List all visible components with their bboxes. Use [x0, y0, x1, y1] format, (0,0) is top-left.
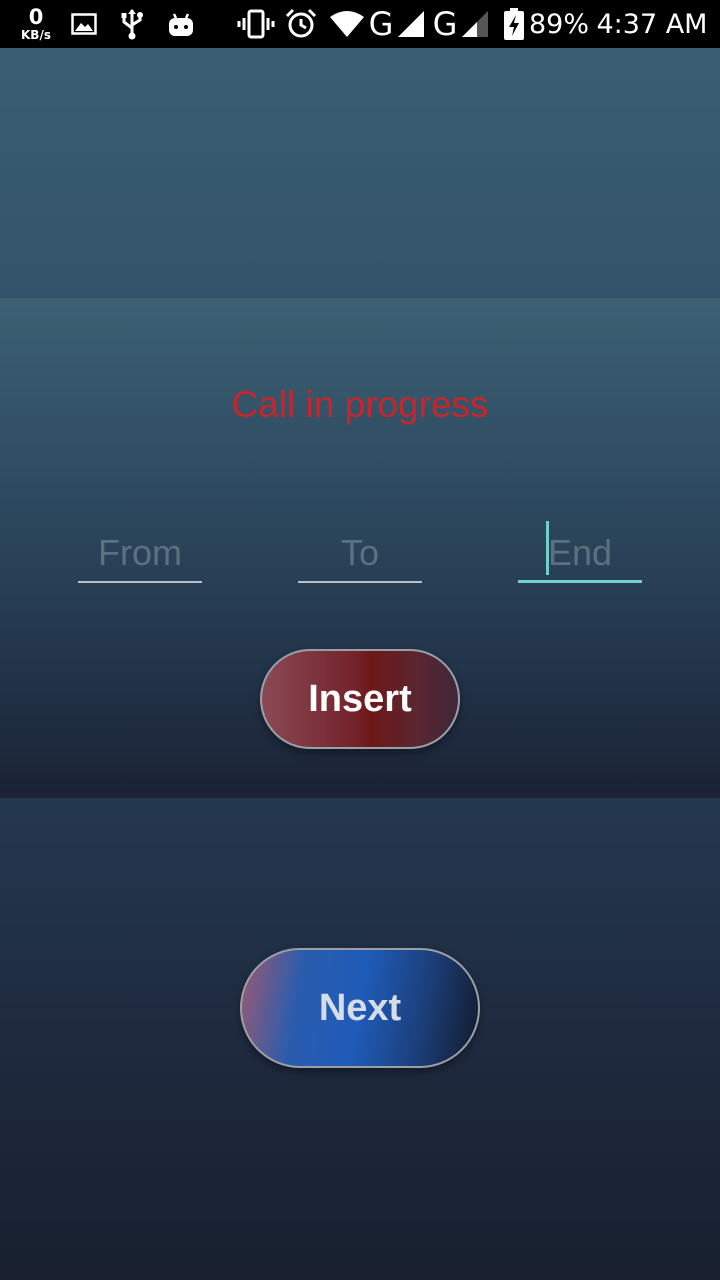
- text-cursor: [546, 521, 549, 575]
- network-type-2: G: [432, 5, 458, 43]
- alarm-icon: [284, 0, 318, 48]
- wifi-icon: [328, 0, 366, 48]
- image-icon: [70, 0, 98, 48]
- top-panel: [0, 48, 720, 298]
- network-type-1: G: [368, 5, 394, 43]
- insert-button-label: Insert: [308, 677, 412, 720]
- battery-percent: 89%: [529, 8, 590, 40]
- next-button-label: Next: [318, 986, 402, 1029]
- call-status-text: Call in progress: [231, 384, 489, 425]
- insert-button[interactable]: Insert: [260, 649, 460, 749]
- android-icon: [166, 0, 196, 48]
- signal-icon: [460, 0, 490, 48]
- network-speed-value: 0: [28, 5, 44, 29]
- signal-icon: [396, 0, 426, 48]
- battery-charging-icon: [502, 0, 526, 48]
- usb-icon: [118, 0, 146, 48]
- vibrate-icon: [236, 0, 276, 48]
- to-field[interactable]: [298, 525, 422, 583]
- end-field[interactable]: [518, 525, 642, 583]
- next-button[interactable]: Next: [240, 948, 480, 1068]
- from-field[interactable]: [78, 525, 202, 583]
- network-speed: 0 KB/s: [14, 4, 58, 44]
- clock: 4:37 AM: [596, 8, 708, 40]
- network-speed-unit: KB/s: [21, 28, 51, 42]
- status-bar: 0 KB/s G G 89% 4:37 AM: [0, 0, 720, 48]
